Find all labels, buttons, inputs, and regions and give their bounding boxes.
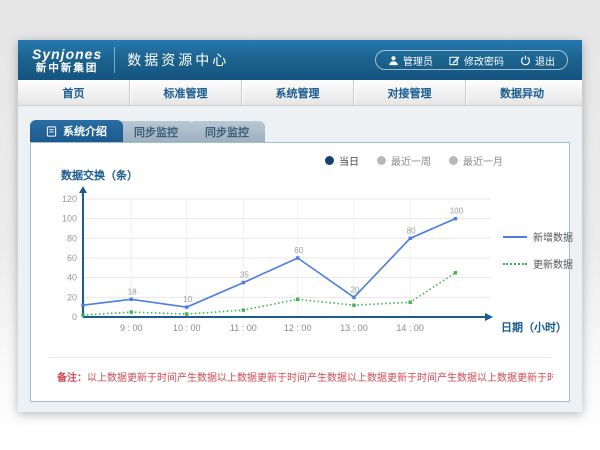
document-icon bbox=[46, 126, 57, 137]
svg-text:10: 10 bbox=[183, 295, 192, 304]
footnote-text: 以上数据更新于时间产生数据以上数据更新于时间产生数据以上数据更新于时间产生数据以… bbox=[87, 373, 553, 384]
footnote-prefix: 备注： bbox=[57, 373, 87, 384]
chart-panel: 当日 最近一周 最近一月 数据交换（条） 0 20 40 60 80 100 120 9 : … bbox=[30, 142, 570, 402]
radio-dot-icon bbox=[449, 156, 458, 165]
radio-dot-icon bbox=[325, 156, 334, 165]
tab-system-intro[interactable]: 系统介绍 bbox=[30, 120, 123, 142]
svg-text:12 : 00: 12 : 00 bbox=[284, 323, 312, 333]
time-range-filter: 当日 最近一周 最近一月 bbox=[325, 153, 503, 168]
svg-text:0: 0 bbox=[72, 312, 77, 322]
svg-text:18: 18 bbox=[128, 287, 137, 296]
svg-text:20: 20 bbox=[350, 285, 359, 294]
change-password-button[interactable]: 修改密码 bbox=[449, 53, 504, 68]
chart-legend: 新增数据 更新数据 bbox=[503, 229, 573, 271]
svg-text:20: 20 bbox=[67, 292, 77, 302]
y-axis-title: 数据交换（条） bbox=[61, 167, 138, 183]
nav-item-standard-mgmt[interactable]: 标准管理 bbox=[130, 80, 242, 105]
svg-text:35: 35 bbox=[240, 271, 249, 280]
edit-icon bbox=[449, 55, 460, 66]
radio-dot-icon bbox=[377, 156, 386, 165]
nav-item-system-mgmt[interactable]: 系统管理 bbox=[242, 80, 354, 105]
power-icon bbox=[520, 55, 531, 66]
radio-last-week[interactable]: 最近一周 bbox=[377, 153, 431, 168]
radio-today[interactable]: 当日 bbox=[325, 153, 359, 168]
svg-text:100: 100 bbox=[62, 214, 77, 224]
svg-text:80: 80 bbox=[67, 233, 77, 243]
tab-bar: 系统介绍 同步监控 同步监控 bbox=[18, 106, 582, 142]
svg-text:60: 60 bbox=[294, 246, 303, 255]
svg-text:10 : 00: 10 : 00 bbox=[173, 323, 201, 333]
svg-text:9 : 00: 9 : 00 bbox=[120, 323, 143, 333]
page-title: 数据资源中心 bbox=[127, 50, 229, 70]
svg-text:13 : 00: 13 : 00 bbox=[340, 323, 368, 333]
svg-text:80: 80 bbox=[407, 226, 416, 235]
nav-item-data-change[interactable]: 数据异动 bbox=[466, 80, 578, 105]
logo-text-cn: 新中新集团 bbox=[32, 63, 102, 74]
user-toolbar: 管理员 修改密码 退出 bbox=[375, 50, 568, 70]
panel-divider bbox=[49, 357, 551, 358]
app-header: Synjones 新中新集团 数据资源中心 管理员 修改 bbox=[18, 40, 582, 80]
svg-text:11 : 00: 11 : 00 bbox=[230, 323, 257, 333]
blue-line-icon bbox=[503, 236, 527, 238]
svg-text:120: 120 bbox=[62, 194, 77, 204]
content-area: 系统介绍 同步监控 同步监控 当日 最近一周 bbox=[18, 106, 582, 412]
legend-new-data: 新增数据 bbox=[503, 229, 573, 244]
chart-container: 0 20 40 60 80 100 120 9 : 00 10 : 00 11 : 00 12 : … bbox=[47, 185, 561, 345]
radio-last-month[interactable]: 最近一月 bbox=[449, 153, 503, 168]
svg-text:40: 40 bbox=[67, 273, 77, 283]
footnote: 备注：以上数据更新于时间产生数据以上数据更新于时间产生数据以上数据更新于时间产生… bbox=[57, 369, 553, 384]
company-logo: Synjones 新中新集团 bbox=[32, 47, 115, 74]
x-axis-title: 日期（小时） bbox=[501, 319, 567, 335]
nav-item-interface-mgmt[interactable]: 对接管理 bbox=[354, 80, 466, 105]
logo-text-en: Synjones bbox=[32, 47, 102, 61]
legend-updated-data: 更新数据 bbox=[503, 256, 573, 271]
tab-sync-monitor-2[interactable]: 同步监控 bbox=[189, 121, 265, 142]
green-dotted-line-icon bbox=[503, 263, 527, 265]
main-nav: 首页 标准管理 系统管理 对接管理 数据异动 bbox=[18, 80, 582, 106]
current-user[interactable]: 管理员 bbox=[388, 53, 433, 68]
nav-item-home[interactable]: 首页 bbox=[18, 80, 130, 105]
svg-text:60: 60 bbox=[67, 253, 77, 263]
logout-button[interactable]: 退出 bbox=[520, 53, 555, 68]
svg-text:100: 100 bbox=[450, 207, 464, 216]
svg-text:14 : 00: 14 : 00 bbox=[396, 323, 424, 333]
line-chart: 0 20 40 60 80 100 120 9 : 00 10 : 00 11 : 00 12 : … bbox=[47, 185, 499, 345]
desktop-background: Synjones 新中新集团 数据资源中心 管理员 修改 bbox=[0, 0, 600, 450]
app-window: Synjones 新中新集团 数据资源中心 管理员 修改 bbox=[18, 40, 582, 412]
user-icon bbox=[388, 55, 399, 66]
chart-side-column: 新增数据 更新数据 日期（小时） bbox=[499, 185, 561, 345]
tab-sync-monitor-1[interactable]: 同步监控 bbox=[118, 121, 194, 142]
